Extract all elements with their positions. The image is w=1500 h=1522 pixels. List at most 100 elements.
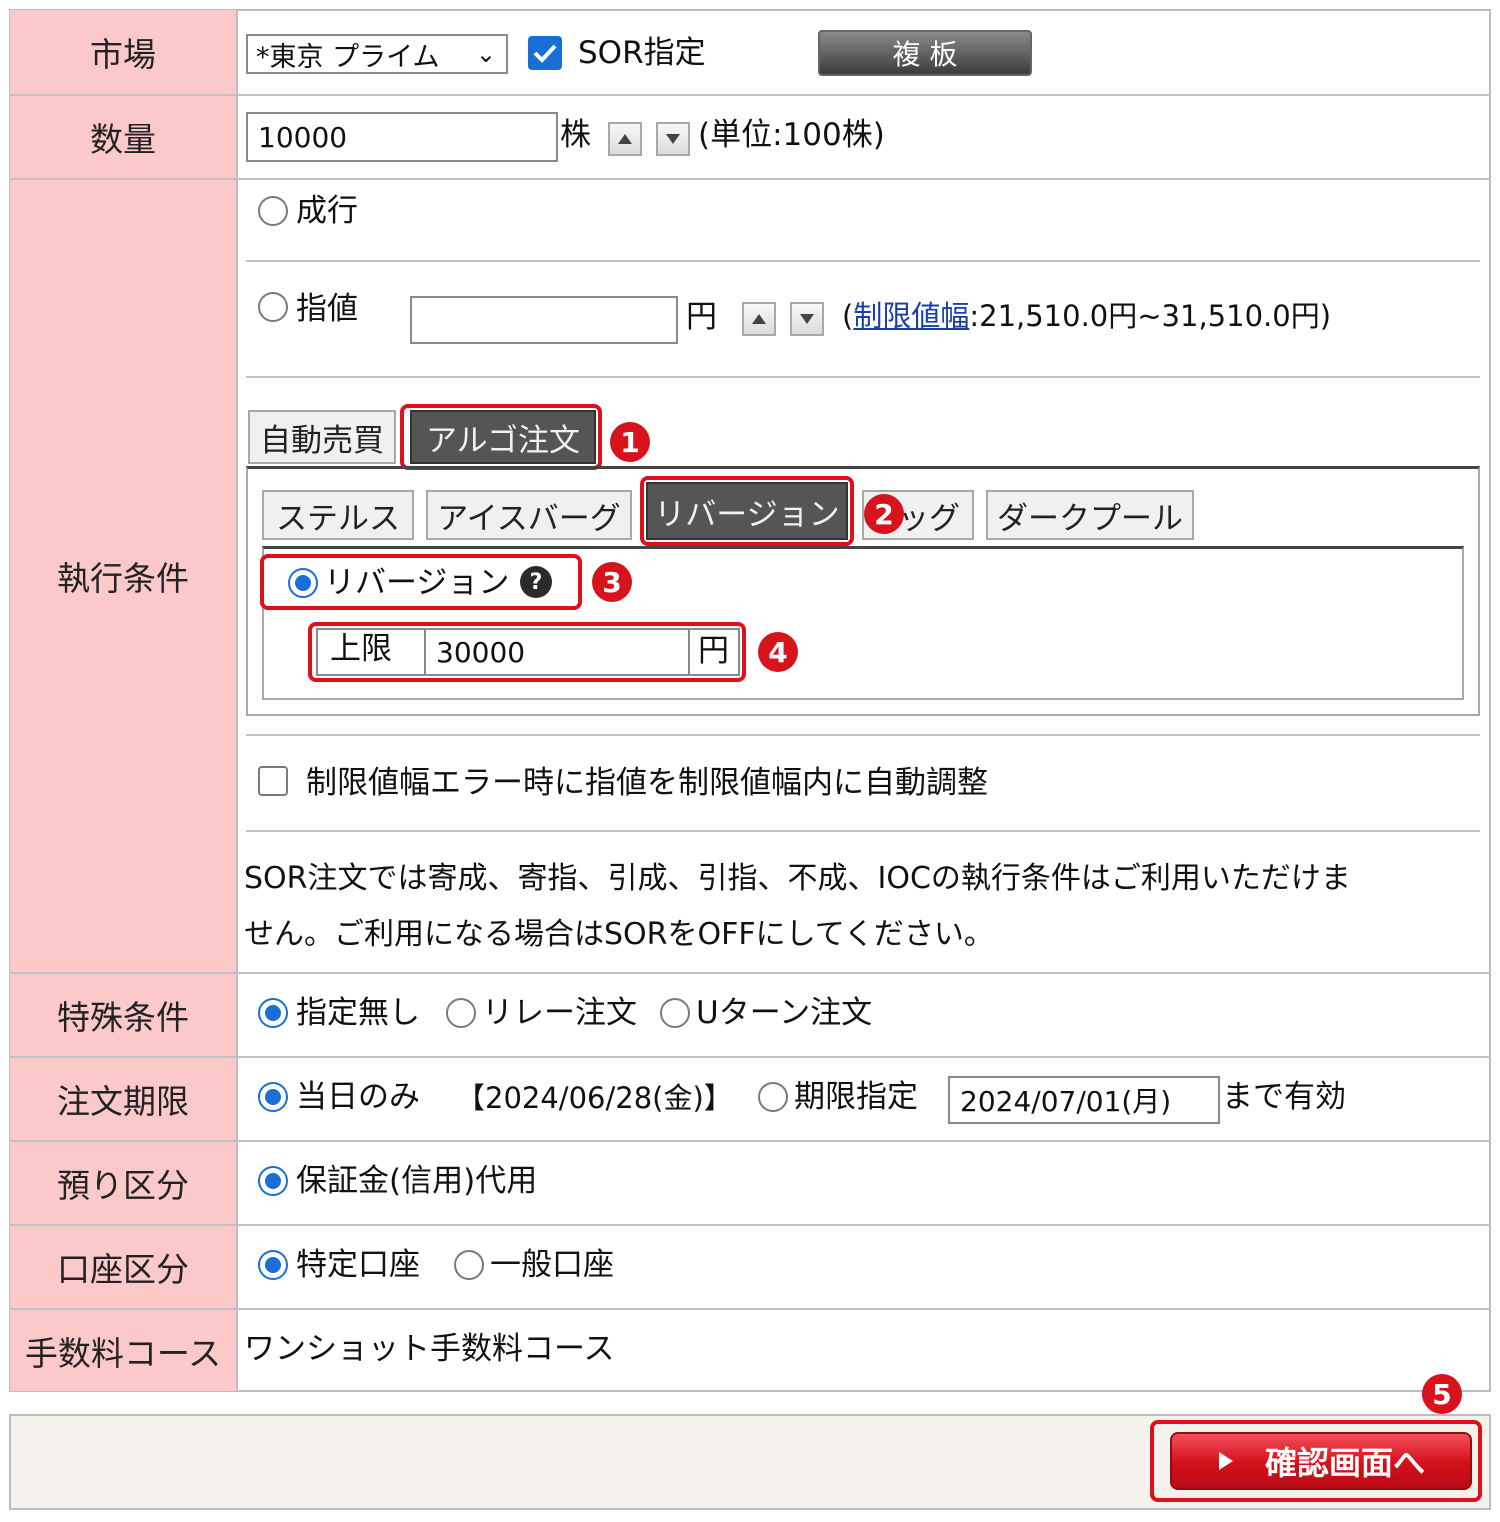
tab-auto-trade[interactable]: 自動売買 bbox=[248, 410, 396, 464]
label-deposit-text: 預り区分 bbox=[57, 1166, 189, 1205]
divider bbox=[246, 260, 1480, 262]
arrow-down-icon bbox=[800, 314, 814, 324]
market-order-radio[interactable] bbox=[258, 196, 288, 226]
price-range-text: :21,510.0円~31,510.0円) bbox=[969, 299, 1332, 333]
badge-4: 4 bbox=[758, 632, 798, 672]
fee-course-value: ワンショット手数料コース bbox=[244, 1331, 615, 1367]
limit-price-input[interactable] bbox=[410, 296, 678, 344]
expiry-date-input[interactable]: 2024/07/01(月) bbox=[948, 1076, 1220, 1124]
expiry-suffix: まで有効 bbox=[1222, 1079, 1346, 1115]
label-deposit: 預り区分 bbox=[10, 1142, 238, 1224]
limit-order-radio[interactable] bbox=[258, 292, 288, 322]
special-relay-label: リレー注文 bbox=[482, 995, 637, 1031]
divider bbox=[246, 830, 1480, 832]
deposit-radio[interactable] bbox=[258, 1166, 288, 1196]
label-expiry: 注文期限 bbox=[10, 1058, 238, 1140]
account-specific-radio[interactable] bbox=[258, 1250, 288, 1280]
quantity-value: 10000 bbox=[258, 120, 348, 154]
divider bbox=[246, 376, 1480, 378]
quantity-input[interactable]: 10000 bbox=[246, 112, 558, 162]
badge-2: 2 bbox=[864, 494, 904, 534]
special-uturn-radio[interactable] bbox=[660, 998, 690, 1028]
label-special-text: 特殊条件 bbox=[57, 998, 189, 1037]
expiry-date-value: 2024/07/01(月) bbox=[960, 1085, 1172, 1118]
expiry-today-date: 【2024/06/28(金)】 bbox=[456, 1081, 733, 1115]
highlight-3 bbox=[260, 554, 582, 610]
expiry-today-label: 当日のみ bbox=[296, 1079, 420, 1115]
account-general-label: 一般口座 bbox=[490, 1247, 614, 1283]
price-limit-link[interactable]: 制限値幅 bbox=[853, 299, 969, 333]
special-relay-radio[interactable] bbox=[446, 998, 476, 1028]
highlight-2 bbox=[640, 476, 854, 546]
sor-notice-line1: SOR注文では寄成、寄指、引成、引指、不成、IOCの執行条件はご利用いただけま bbox=[244, 861, 1351, 896]
subtab-iceberg[interactable]: アイスバーグ bbox=[426, 490, 632, 540]
row-divider bbox=[10, 1224, 1490, 1226]
special-none-label: 指定無し bbox=[296, 995, 420, 1031]
label-exec-text: 執行条件 bbox=[57, 559, 189, 598]
quantity-unit: 株 bbox=[560, 117, 591, 153]
limit-yen: 円 bbox=[686, 299, 717, 335]
price-range: (制限値幅:21,510.0円~31,510.0円) bbox=[842, 302, 1331, 331]
price-range-open: ( bbox=[842, 299, 854, 333]
sor-label: SOR指定 bbox=[578, 35, 706, 71]
highlight-1 bbox=[400, 404, 602, 470]
label-quantity: 数量 bbox=[10, 96, 238, 178]
label-account: 口座区分 bbox=[10, 1226, 238, 1308]
subtab-peg-label: ッグ bbox=[898, 500, 960, 537]
auto-adjust-label: 制限値幅エラー時に指値を制限値幅内に自動調整 bbox=[306, 765, 988, 801]
badge-3: 3 bbox=[592, 562, 632, 602]
row-divider bbox=[10, 1056, 1490, 1058]
subtab-dark-pool[interactable]: ダークプール bbox=[986, 490, 1194, 540]
account-general-radio[interactable] bbox=[454, 1250, 484, 1280]
expiry-period-radio[interactable] bbox=[758, 1082, 788, 1112]
row-divider bbox=[10, 178, 1490, 180]
board-button[interactable]: 複 板 bbox=[818, 30, 1032, 76]
arrow-up-icon bbox=[618, 134, 632, 144]
label-fee: 手数料コース bbox=[10, 1310, 238, 1391]
tab-auto-trade-label: 自動売買 bbox=[260, 422, 384, 459]
limit-order-label: 指値 bbox=[296, 291, 358, 327]
expiry-period-label: 期限指定 bbox=[794, 1079, 918, 1115]
board-button-label: 複 板 bbox=[892, 38, 958, 71]
chevron-down-icon: ⌄ bbox=[475, 40, 496, 68]
subtab-stealth-label: ステルス bbox=[276, 500, 400, 537]
label-exec: 執行条件 bbox=[10, 180, 238, 972]
market-select[interactable]: *東京 プライム ⌄ bbox=[246, 34, 508, 74]
arrow-down-icon bbox=[666, 134, 680, 144]
check-icon bbox=[533, 44, 557, 63]
label-fee-text: 手数料コース bbox=[24, 1333, 222, 1373]
arrow-up-icon bbox=[752, 314, 766, 324]
subtab-iceberg-label: アイスバーグ bbox=[437, 500, 621, 537]
label-account-text: 口座区分 bbox=[57, 1250, 189, 1289]
sor-notice-line2: せん。ご利用になる場合はSORをOFFにしてください。 bbox=[244, 917, 994, 952]
subtab-stealth[interactable]: ステルス bbox=[262, 490, 414, 540]
label-expiry-text: 注文期限 bbox=[57, 1082, 189, 1121]
divider bbox=[246, 734, 1480, 736]
row-divider bbox=[10, 94, 1490, 96]
label-quantity-text: 数量 bbox=[90, 120, 156, 159]
sor-checkbox[interactable] bbox=[528, 36, 562, 70]
row-divider bbox=[10, 972, 1490, 974]
highlight-4 bbox=[308, 622, 746, 682]
badge-1: 1 bbox=[610, 422, 650, 462]
expiry-today-radio[interactable] bbox=[258, 1082, 288, 1112]
auto-adjust-checkbox[interactable] bbox=[258, 766, 288, 796]
subtab-dark-pool-label: ダークプール bbox=[997, 500, 1183, 537]
limit-down-button[interactable] bbox=[790, 302, 824, 336]
label-special: 特殊条件 bbox=[10, 974, 238, 1056]
quantity-note: (単位:100株) bbox=[698, 117, 885, 153]
limit-up-button[interactable] bbox=[742, 302, 776, 336]
row-divider bbox=[10, 1140, 1490, 1142]
market-select-value: *東京 プライム bbox=[256, 41, 440, 73]
account-specific-label: 特定口座 bbox=[296, 1247, 420, 1283]
quantity-up-button[interactable] bbox=[608, 122, 642, 156]
label-market: 市場 bbox=[10, 10, 238, 94]
quantity-down-button[interactable] bbox=[656, 122, 690, 156]
badge-5: 5 bbox=[1422, 1374, 1462, 1414]
special-uturn-label: Uターン注文 bbox=[696, 995, 873, 1031]
highlight-5 bbox=[1150, 1420, 1482, 1502]
row-divider bbox=[10, 1308, 1490, 1310]
deposit-label: 保証金(信用)代用 bbox=[296, 1163, 538, 1199]
market-order-label: 成行 bbox=[296, 193, 358, 229]
special-none-radio[interactable] bbox=[258, 998, 288, 1028]
